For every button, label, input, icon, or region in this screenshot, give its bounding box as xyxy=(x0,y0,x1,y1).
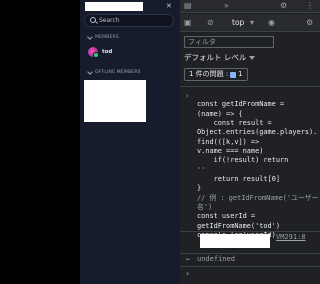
code-line: return result[0] xyxy=(197,175,280,184)
console-prompt[interactable]: › xyxy=(180,266,320,284)
members-header-label: MEMBERS xyxy=(95,35,119,40)
more-tabs-icon[interactable]: » xyxy=(224,1,229,11)
issues-count: 1 xyxy=(238,70,243,78)
issue-badge-icon xyxy=(230,71,237,78)
redacted-log-value xyxy=(200,234,270,248)
code-line: v.name === name) xyxy=(197,147,264,156)
code-line: const getIdFromName = xyxy=(197,100,285,109)
console-code-block: const getIdFromName = (name) => { const … xyxy=(197,91,319,241)
sidebar-toggle-icon[interactable]: ▣ xyxy=(184,18,192,28)
code-line: Object.entries(game.players).find(([k,v]… xyxy=(197,128,318,146)
context-select[interactable]: top xyxy=(232,18,244,28)
source-link[interactable]: VM291:8 xyxy=(276,233,306,241)
input-chevron-icon: › xyxy=(186,92,189,100)
chevron-down-icon xyxy=(87,33,93,40)
avatar xyxy=(88,47,99,58)
devtools-panel: ▤ » ⚙ ⋮ ▣ ⊘ top ▾ ◉ ⚙ フィルタ デフォルト レベル 1 件… xyxy=(180,0,320,284)
code-line: getIdFromName('tod') xyxy=(197,221,280,230)
return-arrow-icon: ← xyxy=(186,255,191,263)
search-icon xyxy=(90,17,96,23)
return-value-row: ← undefined xyxy=(180,253,320,265)
app-sidebar: ✕ Search MEMBERS tod OFFLINE MEMBERS xyxy=(80,0,180,284)
code-line: (name) => { xyxy=(197,109,243,118)
panel-tab-icon[interactable]: ▤ xyxy=(184,1,192,11)
prompt-chevron-icon: › xyxy=(186,269,190,278)
code-line: // 例 : getIdFromName('ユーザー名') xyxy=(197,193,319,212)
redacted-offline-list xyxy=(84,80,146,122)
chevron-down-icon: ▾ xyxy=(250,18,255,27)
code-line: const result = xyxy=(197,119,272,128)
code-line: '' xyxy=(197,165,206,174)
devtools-tabs-bar: ▤ » ⚙ ⋮ xyxy=(180,0,320,13)
chevron-down-icon xyxy=(249,55,256,60)
issues-button[interactable]: 1 件の問題 : 1 xyxy=(184,68,248,81)
chevron-down-icon xyxy=(87,68,93,75)
offline-header-label: OFFLINE MEMBERS xyxy=(95,70,141,75)
undefined-text: undefined xyxy=(197,255,235,263)
log-level-label: デフォルト レベル xyxy=(184,53,247,62)
offline-section-header[interactable]: OFFLINE MEMBERS xyxy=(87,68,141,75)
more-options-icon[interactable]: ⋮ xyxy=(306,1,314,11)
gear-icon[interactable]: ⚙ xyxy=(306,18,313,28)
code-line: if(!result) return xyxy=(197,156,289,165)
code-line: const userId = xyxy=(197,212,256,221)
redacted-header-box xyxy=(85,2,143,11)
issues-label: 1 件の問題 : xyxy=(189,70,229,78)
gear-icon[interactable]: ⚙ xyxy=(280,1,287,11)
clear-console-icon[interactable]: ⊘ xyxy=(207,18,214,28)
search-placeholder: Search xyxy=(99,17,120,24)
log-level-select[interactable]: デフォルト レベル xyxy=(184,52,256,63)
member-item[interactable]: tod xyxy=(88,47,113,58)
member-name: tod xyxy=(102,49,113,55)
screen: ✕ Search MEMBERS tod OFFLINE MEMBERS ▤ »… xyxy=(0,0,320,284)
eye-icon[interactable]: ◉ xyxy=(268,18,275,28)
console-toolbar: ▣ ⊘ top ▾ ◉ ⚙ xyxy=(180,14,320,32)
close-icon[interactable]: ✕ xyxy=(166,2,172,10)
filter-input[interactable]: フィルタ xyxy=(184,36,274,48)
code-line: } xyxy=(197,184,202,193)
members-section-header[interactable]: MEMBERS xyxy=(87,33,119,40)
search-input[interactable]: Search xyxy=(84,14,174,27)
